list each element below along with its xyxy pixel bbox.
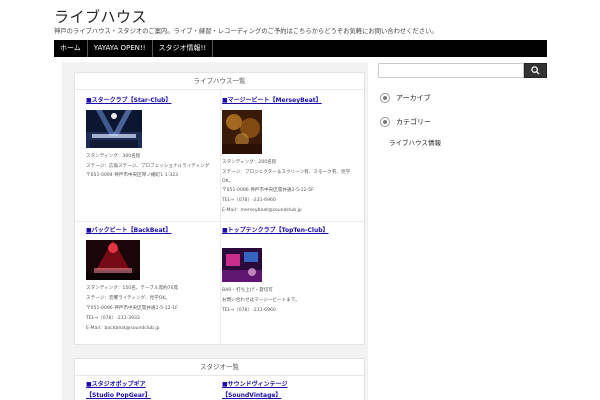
livehouse-list-box: ライブハウス一覧 ■スタークラブ【Star-Club】 スタンディング：300名…	[74, 72, 365, 345]
site-title[interactable]: ライブハウス	[54, 6, 147, 27]
venue-link-back-beat[interactable]: ■バックビート【BackBeat】	[86, 225, 220, 234]
category-icon	[380, 117, 390, 127]
venue-info-line: ステージ：音響ライティング、見学OK。	[86, 296, 170, 301]
studio-list-title: スタジオ一覧	[75, 359, 364, 376]
studio-links-right: ■サウンドヴィンテージ 【SoundVintage】	[222, 379, 352, 400]
venue-info-line: 〒651-0096 神戸市中央区雲井通2-5-12-5F	[222, 188, 314, 193]
search-input[interactable]	[378, 63, 524, 78]
venue-info-line: 〒651-0096 神戸市中央区雲井通2-5-12-1F	[86, 306, 178, 311]
venue-link-top-ten-club[interactable]: ■トップテンクラブ【TopTen-Club】	[222, 225, 356, 234]
archive-icon	[380, 93, 390, 103]
venue-photo-mersey-beat[interactable]	[222, 110, 262, 154]
venue-info-line: TEL→（078）-231-3933	[86, 316, 140, 321]
studio-link-popgear-en[interactable]: 【Studio PopGear】	[86, 390, 216, 400]
venue-card-top-ten-club: ■トップテンクラブ【TopTen-Club】 BAR・打ち上げ・貸切可 お問い合…	[222, 225, 356, 316]
search-button[interactable]	[524, 63, 547, 78]
venue-info-line: ステージ：広角ステージ、プロフェッショナルライティング	[86, 164, 210, 169]
venue-link-mersey-beat[interactable]: ■マージービート【MerseyBeat】	[222, 95, 356, 104]
sidebar-item-label: カテゴリー	[396, 118, 431, 126]
venue-info-line: E-Mail：merseybeat@soundclub.jp	[222, 208, 302, 213]
page: ライブハウス 神戸のライブハウス・スタジオのご案内。ライブ・練習・レコーディング…	[0, 0, 600, 400]
venue-photo-back-beat[interactable]	[86, 240, 140, 280]
sidebar-subitem-livehouse[interactable]: ライブハウス情報	[389, 137, 441, 147]
venue-info-line: ステージ：プロジェクター＆スクリーン有、スモーク有、見学OK。	[222, 170, 351, 184]
venue-card-star-club: ■スタークラブ【Star-Club】 スタンディング：300名程 ステージ：広角…	[86, 95, 220, 181]
venue-info-line: E-Mail：backbeat@soundclub.jp	[86, 326, 160, 331]
nav-item-studio-info[interactable]: スタジオ情報!!	[153, 40, 214, 57]
venue-photo-top-ten-club[interactable]	[222, 248, 262, 282]
venue-card-back-beat: ■バックビート【BackBeat】 スタンディング：150名、テーブル席約70席…	[86, 225, 220, 334]
venue-info-line: 〒651-0094 神戸市中央区琴ノ緒町1-1-323	[86, 173, 179, 178]
main-nav: ホーム YAYAYA OPEN!! スタジオ情報!!	[54, 40, 547, 57]
sidebar-item-archive[interactable]: アーカイブ	[380, 93, 431, 103]
venue-photo-star-club[interactable]	[86, 110, 142, 148]
venue-info-line: スタンディング：150名、テーブル席約70席	[86, 286, 179, 291]
nav-item-home[interactable]: ホーム	[54, 40, 88, 57]
venue-info-line: BAR・打ち上げ・貸切可	[222, 288, 273, 293]
venue-info-line: スタンディング：300名程	[86, 154, 141, 159]
column-divider	[220, 90, 221, 345]
sidebar-item-category[interactable]: カテゴリー	[380, 117, 431, 127]
sidebar-item-label: アーカイブ	[396, 94, 431, 102]
studio-link-soundvintage[interactable]: ■サウンドヴィンテージ	[222, 379, 352, 390]
studio-link-soundvintage-en[interactable]: 【SoundVintage】	[222, 390, 352, 400]
search-icon	[531, 66, 540, 75]
site-description: 神戸のライブハウス・スタジオのご案内。ライブ・練習・レコーディングのご予約はこち…	[54, 28, 438, 35]
venue-info-line: スタンディング：200名程	[222, 160, 277, 165]
nav-item-yayaya-open[interactable]: YAYAYA OPEN!!	[88, 40, 153, 57]
venue-card-mersey-beat: ■マージービート【MerseyBeat】 スタンディング：200名程 ステージ：…	[222, 95, 356, 216]
venue-info-line: TEL→（078）-231-6960	[222, 308, 276, 313]
venue-info-line: TEL→（078）-231-6960	[222, 198, 276, 203]
studio-links-left: ■スタジオポップギア 【Studio PopGear】	[86, 379, 216, 400]
studio-link-popgear[interactable]: ■スタジオポップギア	[86, 379, 216, 390]
venue-info-line: お問い合わせはマージービートまで。	[222, 298, 300, 303]
studio-list-box: スタジオ一覧 ■スタジオポップギア 【Studio PopGear】 ■サウンド…	[74, 358, 365, 400]
livehouse-list-title: ライブハウス一覧	[75, 73, 364, 90]
venue-link-star-club[interactable]: ■スタークラブ【Star-Club】	[86, 95, 220, 104]
